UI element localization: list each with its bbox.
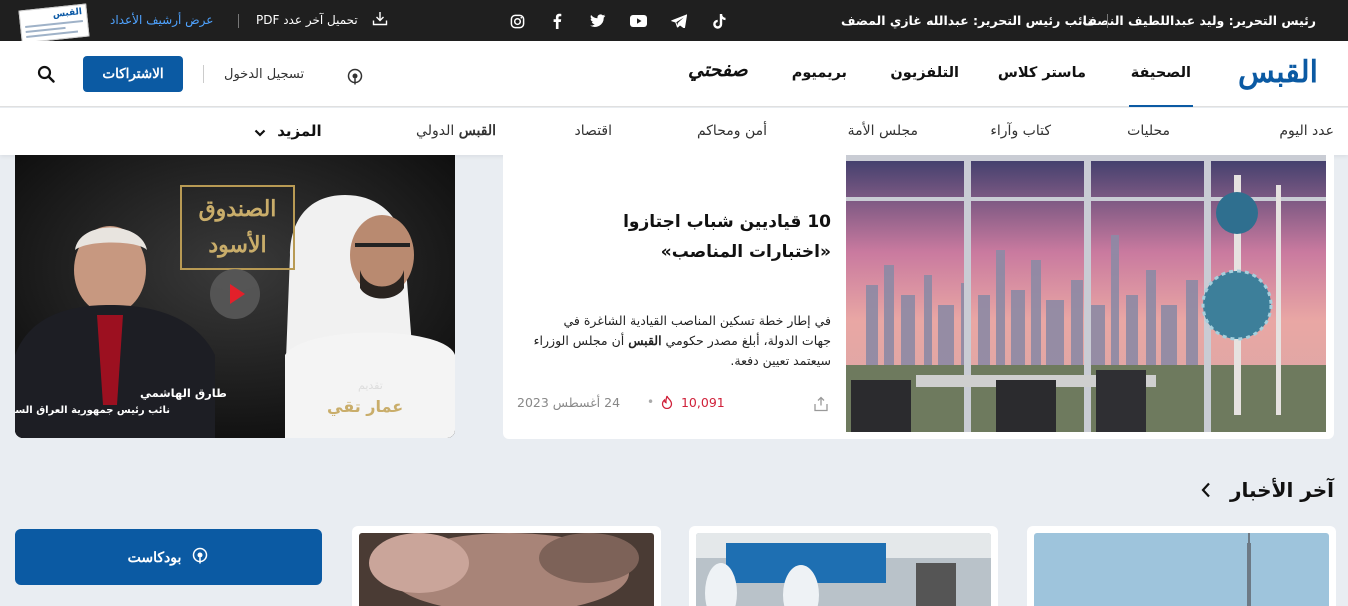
section-economy[interactable]: اقتصاد (575, 123, 612, 139)
chevron-left-icon[interactable] (1201, 482, 1211, 502)
meta-separator: • (647, 395, 655, 409)
international-brand: القبس (458, 123, 496, 139)
views-count: 10,091 (661, 395, 725, 412)
main-header: القبس الصحيفة ماستر كلاس التلفزيون بريمي… (0, 41, 1348, 107)
divider (1107, 14, 1108, 28)
latest-news-heading[interactable]: آخر الأخبار (1230, 478, 1334, 502)
thumbnail-logo: القبس (52, 7, 83, 21)
video-promo[interactable]: الصندوق الأسود طارق الهاشمي نائب رئيس جم… (15, 155, 455, 438)
section-security-courts[interactable]: أمن ومحاكم (697, 123, 767, 139)
top-bar: رئيس التحرير: وليد عبداللطيف النصف نائب … (0, 0, 1348, 44)
divider (203, 65, 204, 83)
youtube-icon[interactable] (629, 12, 647, 30)
section-parliament[interactable]: مجلس الأمة (848, 123, 918, 139)
international-label: الدولي (416, 123, 455, 139)
guest-role: نائب رئيس جمهورية العراق السابق (15, 405, 170, 416)
show-logo: الصندوق الأسود (180, 185, 295, 270)
more-label: المزيد (277, 122, 322, 140)
latest-issue-thumbnail[interactable]: القبس (18, 3, 90, 44)
instagram-icon[interactable] (508, 12, 526, 30)
news-card[interactable] (352, 526, 661, 606)
featured-article-image[interactable] (846, 155, 1326, 432)
nav-newspaper[interactable]: الصحيفة (1128, 65, 1194, 107)
more-menu[interactable]: المزيد (254, 122, 322, 141)
editor-in-chief: رئيس التحرير: وليد عبداللطيف النصف (1082, 13, 1316, 28)
nav-masterclass[interactable]: ماستر كلاس (998, 65, 1086, 81)
divider (238, 14, 239, 28)
social-links (508, 11, 728, 31)
news-card-image[interactable] (696, 533, 991, 606)
subscriptions-button[interactable]: الاشتراكات (83, 56, 183, 92)
published-date: 24 أغسطس 2023 (517, 395, 621, 410)
chevron-down-icon (254, 123, 266, 141)
download-pdf-link[interactable]: تحميل آخر عدد PDF (256, 12, 388, 27)
section-local[interactable]: محليات (1127, 123, 1170, 139)
nav-my-page[interactable]: صفحتي (688, 59, 748, 81)
search-icon[interactable] (37, 65, 55, 87)
play-icon[interactable] (210, 269, 260, 319)
featured-article-summary: في إطار خطة تسكين المناصب القيادية الشاغ… (533, 313, 831, 368)
fire-icon (661, 395, 673, 412)
tiktok-icon[interactable] (710, 12, 728, 30)
podcast-button[interactable]: بودكاست (15, 529, 322, 585)
news-card-image[interactable] (1034, 533, 1329, 606)
download-pdf-label: تحميل آخر عدد PDF (256, 13, 358, 27)
podcast-label: بودكاست (127, 548, 182, 565)
section-nav: عدد اليوم محليات كتاب وآراء مجلس الأمة أ… (0, 108, 1348, 155)
download-icon (372, 11, 388, 29)
news-card[interactable] (1027, 526, 1336, 606)
summary-brand: القبس (628, 333, 662, 348)
archive-link[interactable]: عرض أرشيف الأعداد (110, 13, 213, 27)
featured-article[interactable]: 10 قياديين شباب اجتازوا «اختبارات المناص… (503, 155, 1334, 439)
podcast-icon (191, 547, 209, 568)
site-logo[interactable]: القبس (1238, 55, 1319, 90)
news-card[interactable] (689, 526, 998, 606)
section-international[interactable]: القبس الدولي (416, 123, 496, 139)
share-icon[interactable] (813, 396, 829, 416)
telegram-icon[interactable] (670, 12, 688, 30)
podcast-icon[interactable] (346, 68, 364, 90)
host-name: عمار تقي (327, 397, 404, 416)
login-link[interactable]: تسجيل الدخول (224, 67, 304, 82)
guest-name: طارق الهاشمي (140, 386, 227, 400)
nav-tv[interactable]: التلفزيون (890, 65, 959, 81)
host-label: تقديم (358, 379, 383, 392)
twitter-icon[interactable] (589, 12, 607, 30)
deputy-editor: نائب رئيس التحرير: عبدالله غازي المضف (840, 13, 1092, 28)
featured-article-title[interactable]: 10 قياديين شباب اجتازوا «اختبارات المناص… (561, 207, 831, 267)
section-opinion[interactable]: كتاب وآراء (990, 123, 1051, 139)
news-card-image[interactable] (359, 533, 654, 606)
facebook-icon[interactable] (548, 12, 566, 30)
section-today[interactable]: عدد اليوم (1279, 123, 1334, 139)
nav-premium[interactable]: بريميوم (792, 65, 847, 81)
